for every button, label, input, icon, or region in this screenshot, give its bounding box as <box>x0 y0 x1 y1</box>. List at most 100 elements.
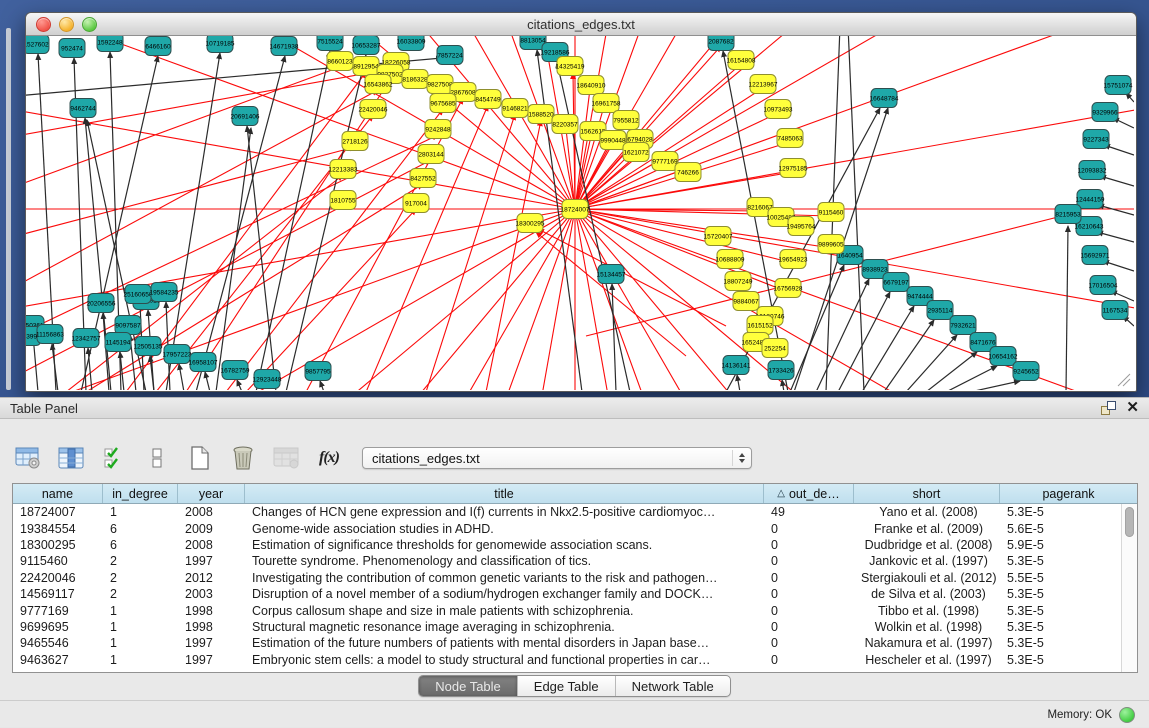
graph-node[interactable]: 2718126 <box>342 132 368 151</box>
graph-node[interactable]: 17016504 <box>1089 276 1118 295</box>
graph-node[interactable]: 9227343 <box>1083 130 1109 149</box>
graph-node[interactable]: 18807249 <box>724 272 753 291</box>
graph-node[interactable]: 9899605 <box>818 235 844 254</box>
graph-node[interactable]: 9097587 <box>115 316 141 335</box>
graph-node[interactable]: 10654162 <box>989 347 1018 366</box>
graph-node[interactable]: 1733426 <box>768 361 794 380</box>
new-document-icon[interactable] <box>186 444 214 472</box>
graph-node[interactable]: 15751074 <box>1104 76 1133 95</box>
column-header-name[interactable]: name <box>13 484 103 503</box>
graph-node[interactable]: 10973493 <box>764 100 793 119</box>
float-panel-icon[interactable] <box>1101 401 1116 415</box>
graph-node[interactable]: 9245652 <box>1013 362 1039 381</box>
graph-node[interactable]: 746266 <box>675 163 701 182</box>
graph-node[interactable]: 1592248 <box>97 36 123 52</box>
graph-node[interactable]: 1615152 <box>747 316 773 335</box>
table-row[interactable]: 946362711997Embryonic stem cells: a mode… <box>13 652 1122 668</box>
rows-icon[interactable] <box>143 444 171 472</box>
graph-node[interactable]: 10719185 <box>206 36 235 53</box>
table-row[interactable]: 977716911998Corpus callosum shape and si… <box>13 602 1122 618</box>
graph-node[interactable]: 8454749 <box>475 90 501 109</box>
delete-table-icon[interactable] <box>272 444 300 472</box>
column-header-title[interactable]: title <box>245 484 764 503</box>
table-row[interactable]: 1938455462009Genome-wide association stu… <box>13 520 1122 536</box>
graph-node[interactable]: 7857224 <box>437 46 463 65</box>
graph-node[interactable]: 15134457 <box>597 265 626 284</box>
graph-node[interactable]: 9827508 <box>427 75 453 94</box>
window-titlebar[interactable]: citations_edges.txt <box>26 13 1136 36</box>
trash-icon[interactable] <box>229 444 257 472</box>
graph-node[interactable]: 10653287 <box>352 36 381 55</box>
graph-node[interactable]: 9462744 <box>70 99 96 118</box>
column-header-in_degree[interactable]: in_degree <box>103 484 178 503</box>
graph-node[interactable]: 12213383 <box>329 160 358 179</box>
tab-edge-table[interactable]: Edge Table <box>518 676 616 696</box>
graph-node[interactable]: 12444159 <box>1076 190 1105 209</box>
graph-node[interactable]: 7955812 <box>613 111 639 130</box>
graph-node[interactable]: 2935114 <box>927 301 953 320</box>
graph-node[interactable]: 8186328 <box>402 70 428 89</box>
graph-node[interactable]: 16958107 <box>189 353 218 372</box>
graph-node[interactable]: 18300295 <box>516 214 545 233</box>
function-icon[interactable]: f(x) <box>315 444 343 472</box>
graph-node[interactable]: 9884067 <box>733 292 759 311</box>
graph-node[interactable]: 8220357 <box>552 115 578 134</box>
graph-node[interactable]: 9242848 <box>425 120 451 139</box>
graph-node[interactable]: 9329966 <box>1092 103 1118 122</box>
graph-node[interactable]: 20206556 <box>87 294 116 313</box>
network-canvas[interactable]: 1527602952474159224864661601071918514671… <box>26 36 1134 390</box>
column-header-year[interactable]: year <box>178 484 245 503</box>
graph-node[interactable]: 25160650 <box>124 285 153 304</box>
table-row[interactable]: 946554611997Estimation of the future num… <box>13 635 1122 651</box>
graph-node[interactable]: 22420046 <box>359 100 388 119</box>
graph-node[interactable]: 19584235 <box>150 283 179 302</box>
graph-node[interactable]: 1810755 <box>330 191 356 210</box>
graph-node[interactable]: 16782759 <box>221 361 250 380</box>
graph-node[interactable]: 19495764 <box>787 217 816 236</box>
memory-status-indicator[interactable] <box>1119 707 1135 723</box>
close-panel-icon[interactable]: ✕ <box>1126 401 1139 415</box>
graph-node[interactable]: 1621072 <box>623 143 649 162</box>
graph-node[interactable]: 12975185 <box>779 159 808 178</box>
graph-node[interactable]: 1588520 <box>528 105 554 124</box>
graph-node[interactable]: 8215953 <box>1055 205 1081 224</box>
table-row[interactable]: 1830029562008Estimation of significance … <box>13 537 1122 553</box>
graph-node[interactable]: 917004 <box>403 194 429 213</box>
tab-node-table[interactable]: Node Table <box>419 676 518 696</box>
graph-node[interactable]: 1145194 <box>105 333 131 352</box>
graph-node[interactable]: 8660123 <box>327 52 353 71</box>
graph-node[interactable]: 2803144 <box>418 145 444 164</box>
table-row[interactable]: 911546021997Tourette syndrome. Phenomeno… <box>13 553 1122 569</box>
graph-node[interactable]: 15720407 <box>704 227 733 246</box>
graph-node[interactable]: 6466160 <box>145 37 171 56</box>
graph-node[interactable]: 12505135 <box>134 337 163 356</box>
table-column-icon[interactable] <box>57 444 85 472</box>
graph-node[interactable]: 15692971 <box>1081 246 1110 265</box>
graph-node[interactable]: 9777169 <box>652 152 678 171</box>
network-canvas-container[interactable]: 1527602952474159224864661601071918514671… <box>26 36 1136 391</box>
graph-node[interactable]: 252254 <box>762 339 788 358</box>
column-header-short[interactable]: short <box>854 484 1000 503</box>
graph-node[interactable]: 9990448 <box>600 131 626 150</box>
minimize-window-button[interactable] <box>59 17 74 32</box>
table-row[interactable]: 1872400712008Changes of HCN gene express… <box>13 504 1122 520</box>
zoom-window-button[interactable] <box>82 17 97 32</box>
graph-node[interactable]: 16543862 <box>364 75 393 94</box>
table-row[interactable]: 1456911722003Disruption of a novel membe… <box>13 586 1122 602</box>
close-window-button[interactable] <box>36 17 51 32</box>
graph-node[interactable]: 2087682 <box>708 36 734 51</box>
column-checks-icon[interactable] <box>100 444 128 472</box>
graph-node[interactable]: 7515524 <box>317 36 343 51</box>
graph-node[interactable]: 9675685 <box>430 94 456 113</box>
scrollbar-thumb[interactable] <box>1125 507 1134 537</box>
graph-node[interactable]: 20691406 <box>231 107 260 126</box>
graph-node[interactable]: 8427552 <box>410 169 436 188</box>
graph-node[interactable]: 16648784 <box>870 89 899 108</box>
graph-node[interactable]: 7485063 <box>777 129 803 148</box>
graph-node[interactable]: 7932621 <box>950 316 976 335</box>
tab-network-table[interactable]: Network Table <box>616 676 730 696</box>
graph-node[interactable]: 16961758 <box>592 94 621 113</box>
graph-node[interactable]: 1167534 <box>1102 301 1128 320</box>
graph-node[interactable]: 14671938 <box>270 37 299 56</box>
graph-node[interactable]: 9115460 <box>818 203 844 222</box>
